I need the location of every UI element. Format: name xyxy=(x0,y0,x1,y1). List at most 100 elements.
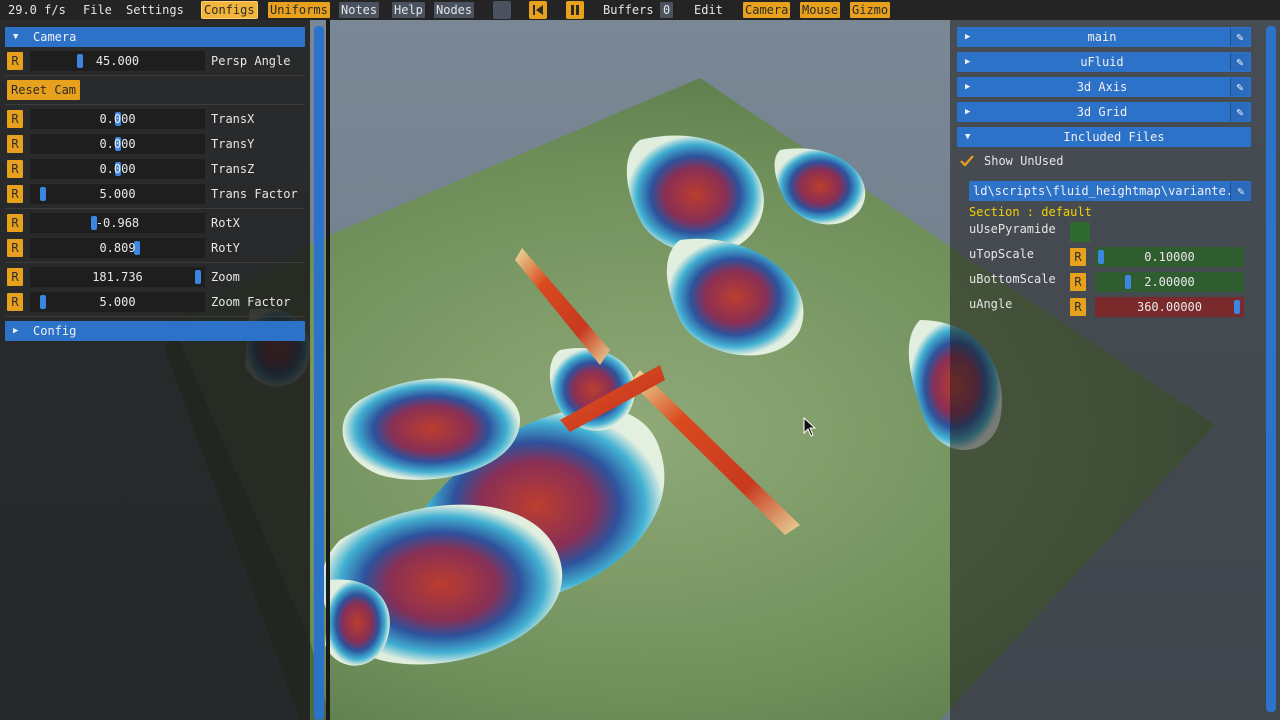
persp-angle-value: 45.000 xyxy=(95,54,140,68)
left-panel-scrollbar[interactable] xyxy=(314,26,324,720)
reset-top-scale-button[interactable]: R xyxy=(1070,248,1086,266)
pencil-icon[interactable]: ✎ xyxy=(1230,103,1249,121)
gizmo-toggle[interactable]: Gizmo xyxy=(850,2,891,18)
expand-arrow-icon: ▶ xyxy=(965,32,971,42)
color-swatch[interactable] xyxy=(493,1,511,19)
config-header-label: Config xyxy=(33,324,77,338)
included-files-header[interactable]: ▼ Included Files xyxy=(957,127,1251,147)
header-label: 3d Axis xyxy=(1076,80,1128,94)
reset-row-button[interactable]: R xyxy=(7,110,23,128)
header-label: main xyxy=(1087,30,1117,44)
rewind-button[interactable] xyxy=(529,1,547,19)
slider-roty[interactable]: 0.809 xyxy=(30,238,205,258)
slider-zoom[interactable]: 181.736 xyxy=(30,267,205,287)
menu-file[interactable]: File xyxy=(83,0,112,20)
slider-value: 0.000 xyxy=(99,162,136,176)
divider xyxy=(5,104,305,105)
mouse-cursor-icon xyxy=(803,417,817,437)
expand-arrow-icon: ▶ xyxy=(965,82,971,92)
slider-label: TransZ xyxy=(211,162,255,176)
camera-header[interactable]: ▼ Camera xyxy=(5,27,305,47)
checkmark-icon xyxy=(960,155,974,167)
expand-arrow-icon: ▶ xyxy=(965,107,971,117)
included-files-label: Included Files xyxy=(1063,130,1165,144)
fps-counter: 29.0 f/s xyxy=(8,3,66,17)
slider-trans-factor[interactable]: 5.000 xyxy=(30,184,205,204)
slider-grab[interactable] xyxy=(1098,250,1104,264)
right-panel-scrollbar[interactable] xyxy=(1266,26,1276,712)
expand-arrow-icon: ▶ xyxy=(13,326,19,336)
uniforms-toggle[interactable]: Uniforms xyxy=(268,2,330,18)
slider-rotx[interactable]: -0.968 xyxy=(30,213,205,233)
slider-grab[interactable] xyxy=(1125,275,1131,289)
reset-row-button[interactable]: R xyxy=(7,293,23,311)
slider-label: TransY xyxy=(211,137,255,151)
header-label: uFluid xyxy=(1080,55,1124,69)
reset-persp-button[interactable]: R xyxy=(7,52,23,70)
use-pyramide-label: uUsePyramide xyxy=(969,222,1056,236)
persp-angle-slider[interactable]: 45.000 xyxy=(30,51,205,71)
config-header[interactable]: ▶ Config xyxy=(5,321,305,341)
bottom-scale-slider[interactable]: 2.00000 xyxy=(1095,272,1244,292)
mouse-toggle[interactable]: Mouse xyxy=(800,2,841,18)
reset-row-button[interactable]: R xyxy=(7,214,23,232)
slider-label: Zoom Factor xyxy=(211,295,291,309)
reset-bottom-scale-button[interactable]: R xyxy=(1070,273,1086,291)
camera-header-label: Camera xyxy=(33,30,77,44)
edit-file-button[interactable]: ✎ xyxy=(1230,182,1251,200)
left-panel: ▼ Camera R 45.000 Persp Angle Reset Cam … xyxy=(0,20,310,720)
file-path-text: ld\scripts\fluid_heightmap\variante. xyxy=(973,184,1234,198)
shader-section-header[interactable]: ▶ 3d Grid ✎ xyxy=(957,102,1251,122)
slider-zoom-factor[interactable]: 5.000 xyxy=(30,292,205,312)
file-path-button[interactable]: ld\scripts\fluid_heightmap\variante. ✎ xyxy=(969,181,1251,201)
shader-section-header[interactable]: ▶ uFluid ✎ xyxy=(957,52,1251,72)
buffers-count-badge: 0 xyxy=(660,2,674,18)
reset-row-button[interactable]: R xyxy=(7,268,23,286)
camera-toggle[interactable]: Camera xyxy=(743,2,791,18)
right-panel xyxy=(950,20,1280,720)
slider-transy[interactable]: 0.000 xyxy=(30,134,205,154)
configs-toggle[interactable]: Configs xyxy=(201,1,258,19)
menu-settings[interactable]: Settings xyxy=(126,0,184,20)
help-toggle[interactable]: Help xyxy=(392,2,425,18)
nodes-toggle[interactable]: Nodes xyxy=(434,2,475,18)
pencil-icon[interactable]: ✎ xyxy=(1230,78,1249,96)
angle-slider[interactable]: 360.00000 xyxy=(1095,297,1244,317)
slider-label: RotX xyxy=(211,216,240,230)
collapse-arrow-icon: ▼ xyxy=(965,132,971,142)
use-pyramide-checkbox[interactable] xyxy=(1070,222,1090,242)
shader-section-header[interactable]: ▶ main ✎ xyxy=(957,27,1251,47)
slider-label: Trans Factor xyxy=(211,187,298,201)
slider-label: RotY xyxy=(211,241,240,255)
bottom-scale-label: uBottomScale xyxy=(969,272,1056,286)
slider-value: 0.000 xyxy=(99,112,136,126)
menu-edit[interactable]: Edit xyxy=(694,0,723,20)
slider-value: 181.736 xyxy=(92,270,143,284)
pause-button[interactable] xyxy=(566,1,584,19)
show-unused-checkbox[interactable] xyxy=(958,152,976,170)
shader-section-header[interactable]: ▶ 3d Axis ✎ xyxy=(957,77,1251,97)
slider-grab[interactable] xyxy=(1234,300,1240,314)
divider xyxy=(5,75,305,76)
slider-transx[interactable]: 0.000 xyxy=(30,109,205,129)
left-panel-splitter[interactable] xyxy=(326,20,330,720)
pencil-icon[interactable]: ✎ xyxy=(1230,28,1249,46)
divider xyxy=(5,262,305,263)
top-scale-label: uTopScale xyxy=(969,247,1035,261)
slider-transz[interactable]: 0.000 xyxy=(30,159,205,179)
reset-cam-button[interactable]: Reset Cam xyxy=(7,80,81,100)
menu-buffers[interactable]: Buffers xyxy=(603,0,654,20)
notes-toggle[interactable]: Notes xyxy=(339,2,380,18)
bottom-scale-value: 2.00000 xyxy=(1144,275,1195,289)
menu-bar: 29.0 f/s File Settings Configs Uniforms … xyxy=(0,0,1280,20)
pencil-icon[interactable]: ✎ xyxy=(1230,53,1249,71)
reset-angle-button[interactable]: R xyxy=(1070,298,1086,316)
reset-row-button[interactable]: R xyxy=(7,160,23,178)
reset-row-button[interactable]: R xyxy=(7,135,23,153)
reset-row-button[interactable]: R xyxy=(7,185,23,203)
slider-value: -0.968 xyxy=(95,216,140,230)
top-scale-slider[interactable]: 0.10000 xyxy=(1095,247,1244,267)
collapse-arrow-icon: ▼ xyxy=(13,32,19,42)
skip-back-icon xyxy=(533,5,543,15)
reset-row-button[interactable]: R xyxy=(7,239,23,257)
